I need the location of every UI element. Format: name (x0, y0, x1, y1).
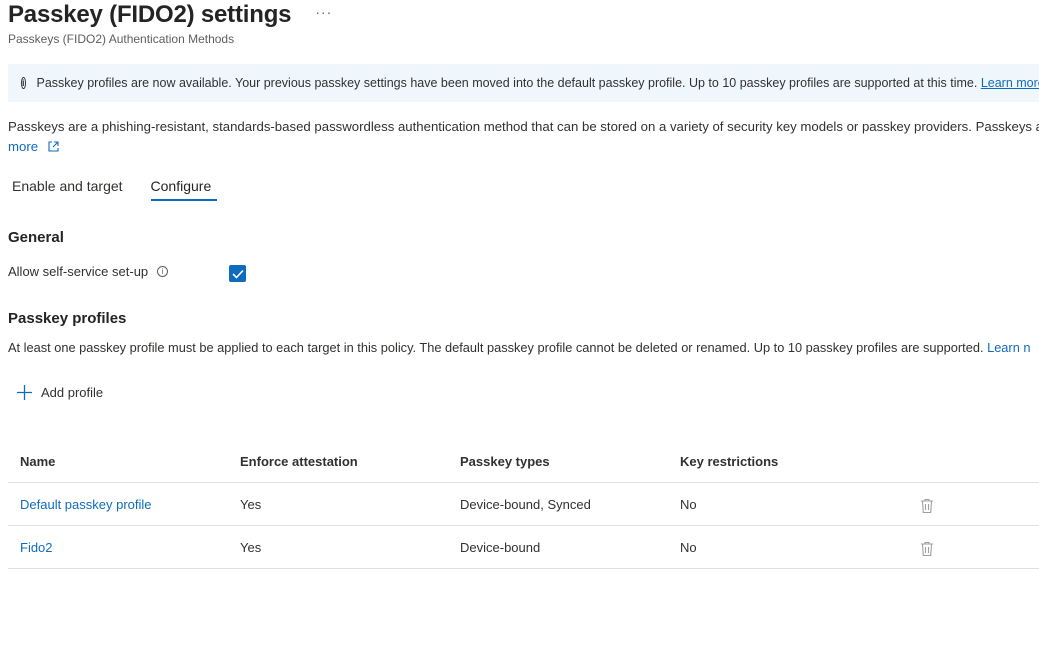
external-link-icon[interactable] (48, 138, 59, 158)
profile-name-link[interactable]: Default passkey profile (20, 497, 152, 512)
tab-enable-and-target[interactable]: Enable and target (8, 174, 127, 201)
page-subtitle: Passkeys (FIDO2) Authentication Methods (8, 32, 235, 46)
trash-icon[interactable] (920, 541, 934, 560)
passkey-profiles-section-title: Passkey profiles (8, 310, 127, 327)
profiles-table: Name Enforce attestation Passkey types K… (8, 440, 1039, 569)
add-profile-label: Add profile (41, 385, 104, 400)
self-service-checkbox[interactable] (229, 265, 246, 282)
column-header-actions (888, 440, 1039, 483)
table-row: Fido2 Yes Device-bound No (8, 525, 1039, 569)
page-title: Passkey (FIDO2) settings (8, 1, 292, 28)
column-header-name[interactable]: Name (8, 440, 228, 483)
profiles-learn-more-link[interactable]: Learn n (987, 340, 1030, 355)
page: Passkey (FIDO2) settings ··· Passkeys (F… (0, 0, 1039, 646)
row-name-cell: Default passkey profile (8, 482, 228, 526)
add-profile-button[interactable]: Add profile (16, 384, 103, 401)
info-banner: i Passkey profiles are now available. Yo… (8, 64, 1039, 102)
tab-bar: Enable and target Configure (8, 174, 235, 201)
row-types-cell: Device-bound (448, 525, 668, 569)
row-types-cell: Device-bound, Synced (448, 482, 668, 526)
table-header-row: Name Enforce attestation Passkey types K… (8, 440, 1039, 483)
row-name-cell: Fido2 (8, 525, 228, 569)
table-row: Default passkey profile Yes Device-bound… (8, 482, 1039, 526)
description-learn-more-link[interactable]: more (8, 139, 38, 154)
more-options-button[interactable]: ··· (315, 4, 332, 20)
trash-icon[interactable] (920, 498, 934, 517)
column-header-key-restrictions[interactable]: Key restrictions (668, 440, 888, 483)
banner-learn-more-link[interactable]: Learn more (981, 76, 1039, 90)
column-header-passkey-types[interactable]: Passkey types (448, 440, 668, 483)
row-restrictions-cell: No (668, 482, 888, 526)
description-text: Passkeys are a phishing-resistant, stand… (8, 119, 1039, 134)
plus-icon (17, 385, 32, 400)
row-attestation-cell: Yes (228, 482, 448, 526)
profiles-description: At least one passkey profile must be app… (8, 340, 1039, 355)
page-header: Passkey (FIDO2) settings ··· Passkeys (F… (8, 0, 332, 46)
row-attestation-cell: Yes (228, 525, 448, 569)
column-header-attestation[interactable]: Enforce attestation (228, 440, 448, 483)
row-actions-cell (888, 482, 1039, 526)
row-restrictions-cell: No (668, 525, 888, 569)
info-icon[interactable]: i (157, 266, 169, 277)
general-section-title: General (8, 229, 64, 246)
method-description: Passkeys are a phishing-resistant, stand… (8, 117, 1039, 158)
tab-configure[interactable]: Configure (147, 174, 217, 201)
info-icon: i (21, 77, 26, 89)
title-row: Passkey (FIDO2) settings ··· (8, 0, 332, 30)
profiles-description-text: At least one passkey profile must be app… (8, 340, 984, 355)
row-actions-cell (888, 525, 1039, 569)
profile-name-link[interactable]: Fido2 (20, 540, 53, 555)
checkmark-icon (231, 269, 244, 279)
self-service-setting: Allow self-service set-up i (8, 264, 169, 279)
banner-text: Passkey profiles are now available. Your… (36, 76, 978, 90)
self-service-label: Allow self-service set-up (8, 264, 149, 279)
